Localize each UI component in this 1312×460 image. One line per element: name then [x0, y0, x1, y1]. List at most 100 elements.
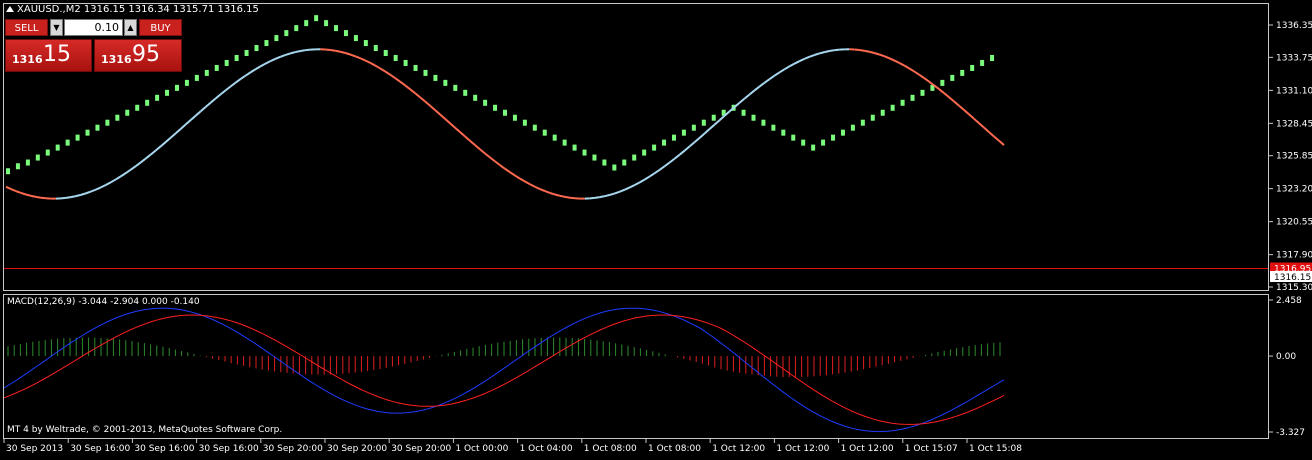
- trend-line-segment: [136, 162, 141, 166]
- trend-line-segment: [745, 94, 750, 98]
- trend-line-segment: [171, 133, 176, 137]
- trend-line-segment: [929, 82, 934, 86]
- time-axis-label: 30 Sep 20:00: [391, 444, 451, 454]
- sell-price-pips: 15: [43, 42, 71, 67]
- trend-line-segment: [385, 71, 390, 74]
- price-marker: [135, 105, 139, 111]
- price-marker: [672, 135, 676, 141]
- price-marker: [911, 95, 915, 101]
- trend-line-segment: [106, 182, 111, 185]
- trend-line-segment: [131, 166, 136, 170]
- time-axis-label: 1 Oct 12:00: [712, 444, 765, 454]
- time-axis-label: 30 Sep 16:00: [134, 444, 194, 454]
- trend-line-segment: [620, 190, 625, 192]
- time-axis-label: 30 Sep 20:00: [327, 444, 387, 454]
- trend-line-segment: [515, 176, 520, 179]
- price-marker: [324, 20, 328, 26]
- price-marker: [612, 165, 616, 171]
- time-axis-label: 1 Oct 00:00: [455, 444, 508, 454]
- trend-line-segment: [774, 72, 779, 75]
- trend-line-segment: [425, 102, 430, 106]
- trend-line-segment: [660, 166, 665, 170]
- trend-line-segment: [949, 97, 954, 101]
- trend-line-segment: [640, 179, 645, 182]
- price-marker: [622, 160, 626, 166]
- price-marker: [503, 110, 507, 116]
- price-marker: [483, 100, 487, 106]
- price-marker: [712, 115, 716, 121]
- trend-line-segment: [809, 55, 814, 57]
- price-marker: [642, 150, 646, 156]
- trend-line-segment: [101, 185, 106, 187]
- trend-line-segment: [560, 196, 565, 197]
- price-marker: [205, 70, 209, 76]
- price-marker: [255, 45, 259, 51]
- buy-price-button[interactable]: 1316 95: [94, 39, 182, 72]
- trend-line-segment: [11, 189, 16, 191]
- chart-stage[interactable]: 1336.351333.751331.101328.451325.851323.…: [0, 0, 1312, 456]
- price-marker: [533, 125, 537, 131]
- trend-line-segment: [779, 69, 784, 72]
- lot-decrease-button[interactable]: ▼: [50, 19, 63, 36]
- trend-line-segment: [221, 90, 226, 94]
- bid-price-label: 1316.15: [1274, 273, 1311, 283]
- trend-line-segment: [480, 149, 485, 153]
- price-axis-label: 1328.45: [1276, 119, 1312, 129]
- trend-line-segment: [615, 192, 620, 194]
- price-marker: [175, 85, 179, 91]
- trend-line-segment: [570, 198, 575, 199]
- trend-line-segment: [794, 61, 799, 64]
- price-marker: [294, 25, 298, 31]
- sell-price-button[interactable]: 1316 15: [5, 39, 92, 72]
- chart-canvas[interactable]: 1336.351333.751331.101328.451325.851323.…: [0, 0, 1312, 456]
- trend-line-segment: [26, 195, 31, 196]
- price-marker: [105, 120, 109, 126]
- price-marker: [235, 55, 239, 61]
- trend-line-segment: [166, 138, 171, 142]
- price-marker: [364, 40, 368, 46]
- trend-line-segment: [789, 64, 794, 67]
- price-marker: [871, 115, 875, 121]
- trend-line-segment: [755, 87, 760, 91]
- trend-line-segment: [819, 52, 824, 53]
- sell-button[interactable]: SELL: [5, 19, 48, 36]
- price-marker: [6, 168, 10, 174]
- price-marker: [702, 120, 706, 126]
- trend-line-segment: [161, 142, 166, 146]
- trend-line-segment: [939, 89, 944, 93]
- price-marker: [563, 140, 567, 146]
- trend-line-segment: [535, 187, 540, 189]
- lot-increase-button[interactable]: ▲: [124, 19, 137, 36]
- trend-line-segment: [285, 53, 290, 55]
- triangle-up-icon[interactable]: [6, 6, 14, 12]
- trend-line-segment: [6, 187, 11, 189]
- macd-axis-label: 2.458: [1276, 296, 1302, 306]
- trend-line-segment: [784, 66, 789, 69]
- trend-line-segment: [375, 66, 380, 69]
- trend-line-segment: [435, 110, 440, 114]
- lot-size-input[interactable]: 0.10: [64, 19, 123, 36]
- price-marker: [443, 80, 447, 86]
- price-marker: [652, 145, 656, 151]
- trend-line-segment: [645, 176, 650, 179]
- buy-button[interactable]: BUY: [139, 19, 182, 36]
- trend-line-segment: [156, 146, 161, 150]
- trend-line-segment: [919, 75, 924, 78]
- price-marker: [523, 120, 527, 126]
- trend-line-segment: [270, 59, 275, 61]
- trend-line-segment: [201, 107, 206, 111]
- price-marker: [95, 125, 99, 131]
- price-marker: [56, 145, 60, 151]
- trend-line-segment: [894, 60, 899, 62]
- price-marker: [920, 90, 924, 96]
- trend-line-segment: [565, 197, 570, 198]
- trend-line-segment: [226, 86, 231, 90]
- trend-line-segment: [370, 63, 375, 66]
- price-marker: [215, 65, 219, 71]
- signal-line: [4, 315, 1004, 424]
- price-marker: [414, 65, 418, 71]
- trend-line-segment: [445, 119, 450, 123]
- price-marker: [980, 60, 984, 66]
- time-axis-label: 1 Oct 08:00: [648, 444, 701, 454]
- price-marker: [304, 20, 308, 26]
